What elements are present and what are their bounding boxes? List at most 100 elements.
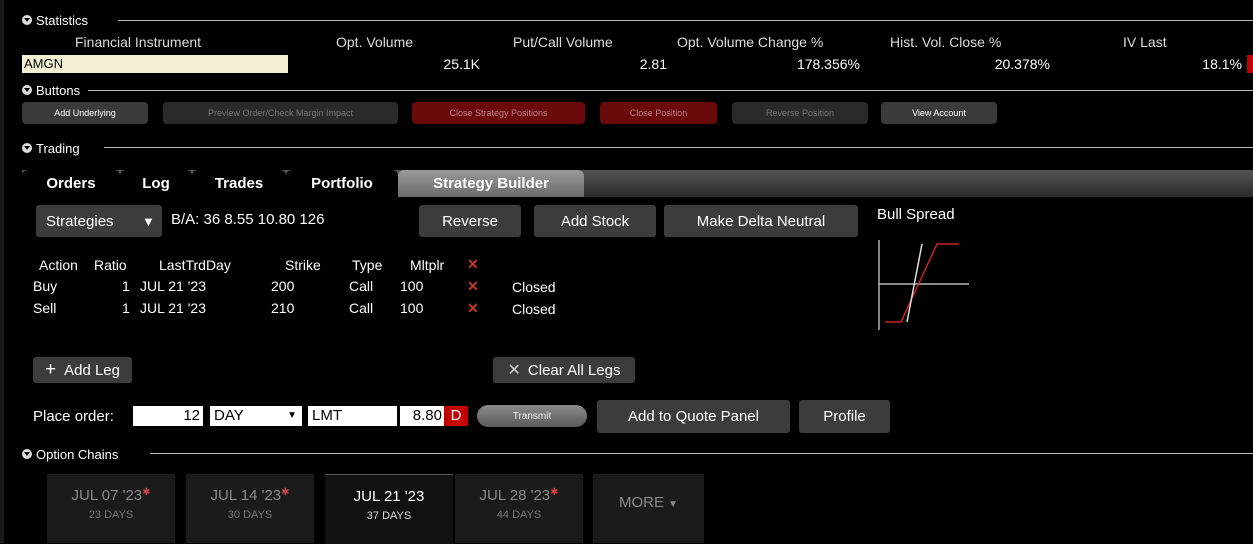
- remove-leg-icon[interactable]: ✕: [467, 300, 479, 317]
- strategies-label: Strategies: [46, 212, 114, 230]
- expiration-date: JUL 21 '23: [353, 488, 425, 505]
- expiration-tab-jul14[interactable]: JUL 14 '23✱ 30 DAYS: [186, 474, 314, 543]
- leg-mltplr: 100: [400, 300, 424, 316]
- leg-strike: 210: [271, 300, 295, 316]
- expiration-tab-jul07[interactable]: JUL 07 '23✱ 23 DAYS: [47, 474, 175, 543]
- expiration-tab-jul21[interactable]: JUL 21 '23 37 DAYS: [325, 474, 453, 544]
- header-type: Type: [352, 257, 383, 273]
- divider: [88, 90, 1253, 91]
- reverse-button[interactable]: Reverse: [419, 205, 521, 237]
- more-label: MORE: [618, 494, 664, 511]
- leg-mltplr: 100: [400, 278, 424, 294]
- strategies-dropdown[interactable]: Strategies ▼: [36, 205, 162, 237]
- chevron-down-icon: ▼: [287, 410, 297, 421]
- buttons-title: Buttons: [36, 82, 81, 98]
- tab-portfolio[interactable]: Portfolio: [286, 170, 398, 197]
- leg-status: Closed: [512, 279, 556, 295]
- order-type-input[interactable]: LMT: [308, 406, 397, 426]
- add-leg-button[interactable]: + Add Leg: [33, 357, 132, 383]
- tab-trades[interactable]: Trades: [192, 170, 286, 197]
- chevron-down-icon: ▼: [142, 213, 155, 229]
- col-hist-vol-close: Hist. Vol. Close %: [890, 34, 1002, 50]
- collapse-icon: [22, 15, 32, 25]
- statistics-title: Statistics: [36, 12, 89, 28]
- opt-volume-value: 25.1K: [443, 56, 480, 72]
- bid-ask-text: B/A: 36 8.55 10.80 126: [171, 211, 325, 228]
- leg-status: Closed: [512, 301, 556, 317]
- add-to-quote-panel-button[interactable]: Add to Quote Panel: [597, 400, 790, 433]
- col-opt-volume: Opt. Volume: [336, 34, 414, 50]
- star-icon: ✱: [281, 487, 290, 498]
- trader-window: Statistics Financial Instrument Opt. Vol…: [0, 0, 1253, 544]
- reverse-position-button[interactable]: Reverse Position: [732, 102, 868, 124]
- header-last-trd-day: LastTrdDay: [159, 257, 231, 273]
- hist-vol-close-value: 20.378%: [994, 56, 1050, 72]
- payoff-red-line: [885, 243, 959, 323]
- trading-title: Trading: [36, 140, 80, 156]
- plus-icon: +: [45, 359, 57, 380]
- window-left-border: [0, 0, 4, 543]
- profile-button[interactable]: Profile: [799, 400, 890, 433]
- option-chains-section-header[interactable]: Option Chains: [22, 446, 118, 462]
- divider: [150, 453, 1253, 454]
- financial-instrument-input[interactable]: AMGN: [22, 55, 288, 73]
- preview-order-button[interactable]: Preview Order/Check Margin Impact: [163, 102, 398, 124]
- collapse-icon: [22, 449, 32, 459]
- tab-orders[interactable]: Orders: [22, 170, 120, 197]
- make-delta-neutral-button[interactable]: Make Delta Neutral: [664, 205, 858, 237]
- clear-all-legs-button[interactable]: ✕ Clear All Legs: [493, 357, 635, 383]
- leg-type: Call: [349, 300, 374, 316]
- col-financial-instrument: Financial Instrument: [75, 34, 202, 50]
- buttons-section-header[interactable]: Buttons: [22, 82, 80, 98]
- collapse-icon: [22, 85, 32, 95]
- payoff-diagram: [878, 240, 969, 330]
- place-order-label: Place order:: [33, 408, 114, 425]
- header-action: Action: [39, 257, 78, 273]
- header-ratio: Ratio: [94, 257, 127, 273]
- expiration-days: 30 DAYS: [227, 509, 273, 521]
- iv-last-value: 18.1%: [1202, 56, 1242, 72]
- leg-action: Sell: [33, 300, 57, 316]
- chevron-down-icon: ▼: [668, 499, 679, 510]
- price-flag-badge[interactable]: D: [444, 406, 468, 426]
- leg-action: Buy: [33, 278, 58, 294]
- statistics-section-header[interactable]: Statistics: [22, 12, 88, 28]
- put-call-volume-value: 2.81: [639, 56, 667, 72]
- add-underlying-button[interactable]: Add Underlying: [22, 102, 148, 124]
- opt-volume-change-value: 178.356%: [796, 56, 860, 72]
- leg-ratio: 1: [122, 300, 130, 316]
- tab-log[interactable]: Log: [120, 170, 192, 197]
- tif-value: DAY: [214, 407, 244, 424]
- collapse-icon: [22, 143, 32, 153]
- leg-ratio: 1: [122, 278, 130, 294]
- trading-section-header[interactable]: Trading: [22, 140, 80, 156]
- expiration-date: JUL 07 '23: [71, 487, 143, 504]
- close-strategy-positions-button[interactable]: Close Strategy Positions: [412, 102, 585, 124]
- add-stock-button[interactable]: Add Stock: [534, 205, 656, 237]
- limit-price-input[interactable]: 8.80: [400, 406, 444, 426]
- col-opt-volume-change: Opt. Volume Change %: [677, 34, 824, 50]
- more-expirations-button[interactable]: MORE ▼: [593, 474, 704, 543]
- star-icon: ✱: [142, 487, 151, 498]
- header-mltplr: Mltplr: [410, 257, 445, 273]
- remove-all-icon[interactable]: ✕: [467, 256, 479, 273]
- transmit-button[interactable]: Transmit: [477, 405, 587, 427]
- leg-strike: 200: [271, 278, 295, 294]
- quantity-input[interactable]: 12: [133, 406, 203, 426]
- remove-leg-icon[interactable]: ✕: [467, 278, 479, 295]
- divider: [104, 147, 1253, 148]
- add-leg-label: Add Leg: [64, 361, 120, 379]
- expiration-date: JUL 14 '23: [210, 487, 282, 504]
- header-strike: Strike: [285, 257, 321, 273]
- tab-strategy-builder[interactable]: Strategy Builder: [398, 170, 584, 197]
- close-position-button[interactable]: Close Position: [600, 102, 717, 124]
- clear-all-legs-label: Clear All Legs: [527, 361, 621, 379]
- divider: [118, 20, 1253, 21]
- view-account-button[interactable]: View Account: [881, 102, 997, 124]
- option-chains-title: Option Chains: [36, 446, 119, 462]
- expiration-tab-jul28[interactable]: JUL 28 '23✱ 44 DAYS: [455, 474, 583, 543]
- tif-select[interactable]: DAY ▼: [210, 406, 302, 426]
- iv-change-indicator: [1247, 55, 1253, 73]
- col-iv-last: IV Last: [1123, 34, 1167, 50]
- expiration-days: 44 DAYS: [496, 509, 542, 521]
